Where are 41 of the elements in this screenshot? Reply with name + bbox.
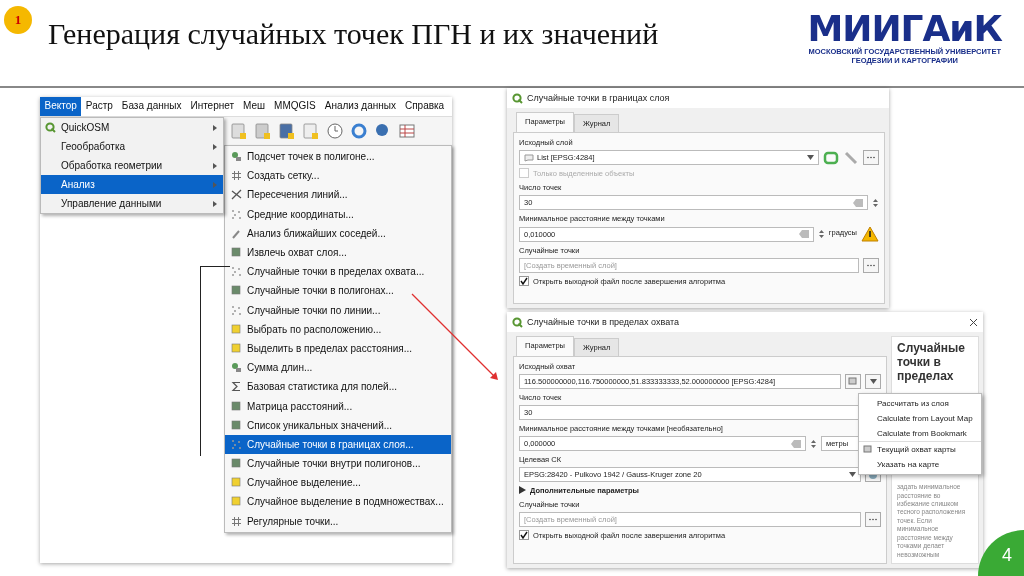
page-number: 4 — [978, 530, 1024, 576]
menu-bar-item[interactable]: Растр — [81, 97, 118, 116]
menu-item[interactable]: Случайные точки по линии... — [225, 300, 451, 320]
menu-item[interactable]: Выбрать по расположению... — [225, 319, 451, 339]
menu-item[interactable]: Пересечения линий... — [225, 185, 451, 205]
help-title: Случайные точки в пределах — [897, 341, 966, 383]
menu-item[interactable]: Список уникальных значений... — [225, 415, 451, 435]
menu-item[interactable]: Случайное выделение в подмножествах... — [225, 492, 451, 512]
menu-item[interactable]: Случайные точки в пределах охвата... — [225, 262, 451, 282]
menu-item[interactable]: Обработка геометрии — [41, 156, 223, 175]
menu-item[interactable]: Сумма длин... — [225, 358, 451, 378]
slide-title: Генерация случайных точек ПГН и их значений — [48, 17, 660, 51]
dialog-title: Случайные точки в пределах охвата — [527, 317, 680, 327]
menu-item[interactable]: Случайные точки внутри полигонов... — [225, 454, 451, 474]
menu-item[interactable]: Случайное выделение... — [225, 473, 451, 493]
menu-item[interactable]: Случайные точки в границах слоя... — [225, 434, 451, 454]
menu-item[interactable]: Случайные точки в полигонах... — [225, 281, 451, 301]
menu-item[interactable]: Анализ ближайших соседей... — [225, 223, 451, 243]
menu-item[interactable]: Базовая статистика для полей... — [225, 377, 451, 397]
menu-bar-item[interactable]: Анализ данных — [320, 97, 401, 116]
menu-item[interactable]: Регулярные точки... — [225, 511, 451, 531]
menu-bar-item[interactable]: Справка — [400, 97, 449, 116]
menu-item[interactable]: Выделить в пределах расстояния... — [225, 338, 451, 359]
menu-item[interactable]: Матрица расстояний... — [225, 396, 451, 416]
menu-item[interactable]: Геообработка — [41, 137, 223, 156]
menu-item[interactable]: Анализ — [41, 175, 223, 194]
menu-item[interactable]: Извлечь охват слоя... — [225, 242, 451, 263]
menu-bar-item[interactable]: Вектор — [40, 97, 82, 116]
menu-bar-item[interactable]: MMQGIS — [269, 97, 321, 116]
logo-name: МИИГАиК — [807, 11, 1002, 47]
menu-item[interactable]: Указать на карте — [859, 457, 981, 472]
menu-item[interactable]: QuickOSM — [41, 118, 223, 137]
menu-item[interactable]: Подсчет точек в полигоне... — [225, 147, 451, 167]
menu-bar-item[interactable]: Интернет — [185, 97, 239, 116]
menu-item[interactable]: Создать сетку... — [225, 166, 451, 186]
menu-item[interactable]: Средние координаты... — [225, 204, 451, 224]
menu-bar-item[interactable]: Меш — [238, 97, 270, 116]
dialog-title: Случайные точки в границах слоя — [527, 93, 671, 103]
menu-item[interactable]: Управление данными — [41, 194, 223, 213]
slide-number-badge: 1 — [4, 6, 32, 34]
menu-bar-item[interactable]: База данных — [117, 97, 186, 116]
